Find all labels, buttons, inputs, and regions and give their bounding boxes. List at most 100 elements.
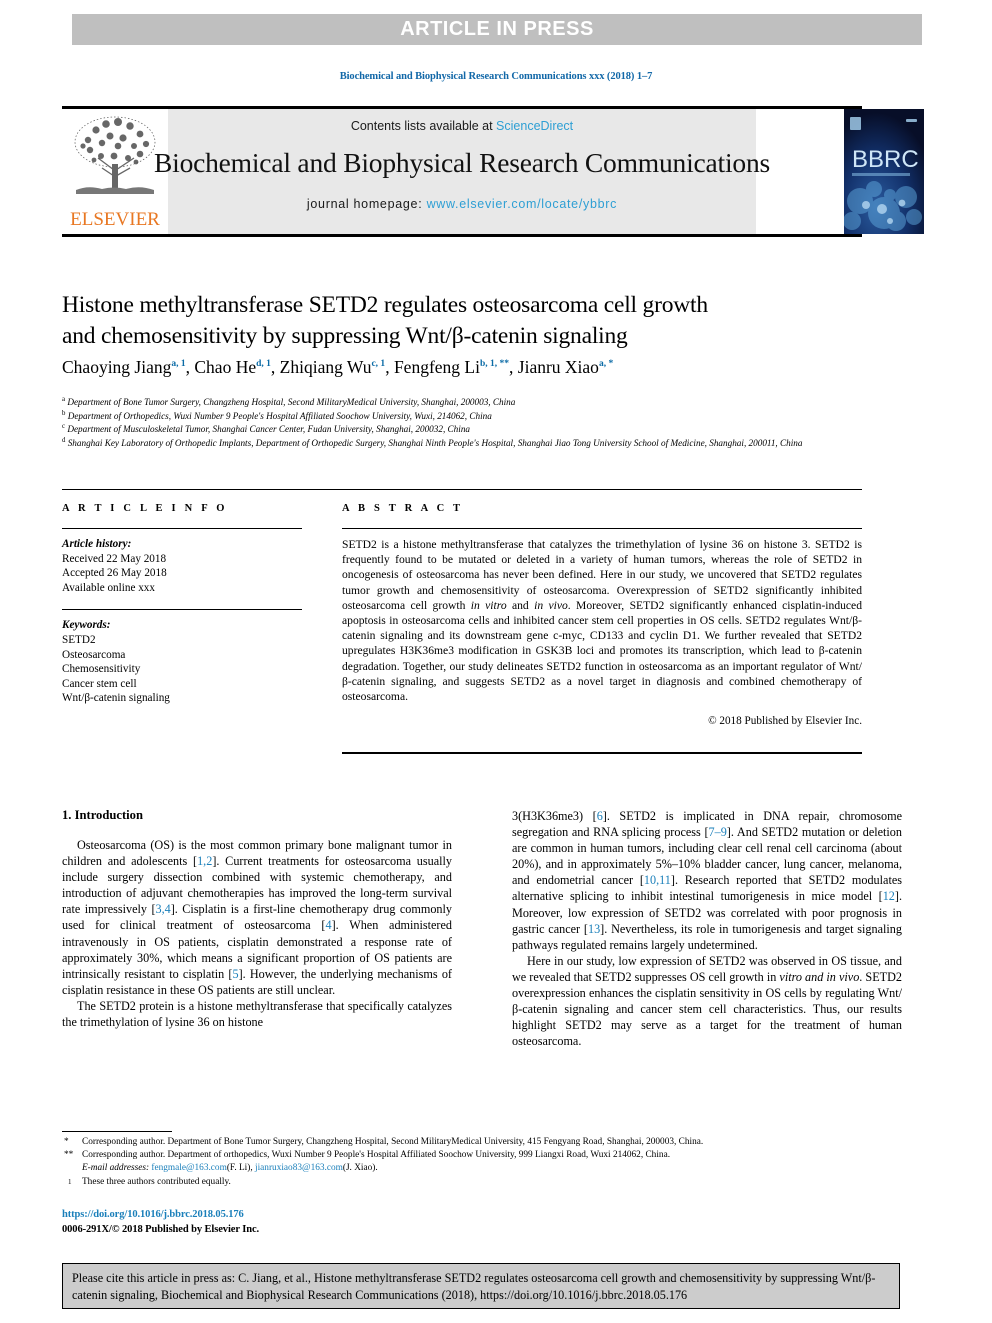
bbrc-cover-image: BBRC bbox=[844, 109, 924, 234]
contents-line: Contents lists available at ScienceDirec… bbox=[351, 119, 573, 133]
abstract-italic-2: in vivo bbox=[534, 598, 568, 612]
affiliation-mark: b bbox=[62, 409, 66, 417]
affiliation-mark: c bbox=[62, 423, 66, 431]
footnote-text: Corresponding author. Department of orth… bbox=[82, 1150, 671, 1161]
title-line-1: Histone methyltransferase SETD2 regulate… bbox=[62, 292, 708, 318]
citation-link[interactable]: 13 bbox=[588, 922, 600, 936]
article-info-section: A R T I C L E I N F O Article history: R… bbox=[62, 503, 302, 706]
affiliation-list: a Department of Bone Tumor Surgery, Chan… bbox=[62, 396, 892, 450]
history-item: Received 22 May 2018 bbox=[62, 552, 167, 565]
footnote-text: These three authors contributed equally. bbox=[82, 1176, 231, 1187]
svg-text:BBRC: BBRC bbox=[852, 146, 919, 173]
intro-paragraph-3: 3(H3K36me3) [6]. SETD2 is implicated in … bbox=[512, 808, 902, 953]
intro-text: 3(H3K36me3) [ bbox=[512, 809, 597, 823]
author-list: Chaoying Jianga, 1, Chao Hed, 1, Zhiqian… bbox=[62, 357, 614, 377]
affiliation-text: Department of Musculoskeletal Tumor, Sha… bbox=[67, 424, 471, 435]
masthead-rule-bottom bbox=[62, 234, 862, 237]
author-name: Jianru Xiao bbox=[517, 357, 599, 377]
journal-homepage-line: journal homepage: www.elsevier.com/locat… bbox=[307, 197, 617, 211]
keyword-item: Cancer stem cell bbox=[62, 677, 137, 690]
keyword-item: Chemosensitivity bbox=[62, 663, 141, 676]
footnote-mark: 1 bbox=[68, 1177, 72, 1186]
abstract-body: SETD2 is a histone methyltransferase tha… bbox=[342, 537, 862, 704]
author-marks: b, 1, ** bbox=[479, 359, 510, 370]
affiliation-text: Department of Orthopedics, Wuxi Number 9… bbox=[67, 410, 492, 421]
elsevier-logo: ELSEVIER bbox=[62, 109, 168, 234]
introduction-heading: 1. Introduction bbox=[62, 808, 143, 822]
keywords-block: Keywords: SETD2 Osteosarcoma Chemosensit… bbox=[62, 618, 302, 706]
affiliation-item: b Department of Orthopedics, Wuxi Number… bbox=[62, 410, 892, 424]
doi-link[interactable]: https://doi.org/10.1016/j.bbrc.2018.05.1… bbox=[62, 1209, 244, 1220]
email-label: E-mail addresses: bbox=[82, 1163, 150, 1174]
keyword-item: Osteosarcoma bbox=[62, 648, 126, 661]
citation-link[interactable]: 7–9 bbox=[709, 825, 727, 839]
sciencedirect-link[interactable]: ScienceDirect bbox=[496, 119, 573, 133]
footnote-emails: E-mail addresses: fengmale@163.com(F. Li… bbox=[62, 1162, 902, 1175]
citation-link[interactable]: 12 bbox=[883, 889, 895, 903]
citation-link[interactable]: 3,4 bbox=[156, 902, 171, 916]
history-item: Accepted 26 May 2018 bbox=[62, 567, 167, 580]
title-line-2: and chemosensitivity by suppressing Wnt/… bbox=[62, 323, 628, 349]
abstract-rule-bottom bbox=[342, 752, 862, 754]
keywords-divider bbox=[62, 609, 302, 611]
cite-this-article-box: Please cite this article in press as: C.… bbox=[62, 1263, 900, 1309]
article-info-heading: A R T I C L E I N F O bbox=[62, 503, 228, 514]
affiliation-item: a Department of Bone Tumor Surgery, Chan… bbox=[62, 396, 892, 410]
affiliation-text: Shanghai Key Laboratory of Orthopedic Im… bbox=[67, 437, 803, 448]
contents-prefix: Contents lists available at bbox=[350, 119, 497, 133]
keyword-item: SETD2 bbox=[62, 633, 96, 646]
email-link-2[interactable]: jianruxiao83@163.com bbox=[255, 1163, 343, 1173]
footnote-equal-contribution: 1 These three authors contributed equall… bbox=[62, 1176, 902, 1189]
intro-italic: vitro and in vivo bbox=[779, 969, 860, 984]
affiliation-item: c Department of Musculoskeletal Tumor, S… bbox=[62, 423, 892, 437]
footnote-text: Corresponding author. Department of Bone… bbox=[82, 1137, 704, 1147]
footnote-corresponding-1: * Corresponding author. Department of Bo… bbox=[62, 1136, 902, 1149]
introduction-left-column: 1. Introduction Osteosarcoma (OS) is the… bbox=[62, 808, 452, 1030]
footnote-rule bbox=[62, 1131, 172, 1132]
article-page: ARTICLE IN PRESS Biochemical and Biophys… bbox=[0, 0, 992, 1323]
author-marks: a, 1 bbox=[171, 359, 186, 370]
author-marks: a, * bbox=[598, 359, 614, 370]
author-name: Chao He bbox=[194, 357, 257, 377]
homepage-url-link[interactable]: www.elsevier.com/locate/ybbrc bbox=[427, 197, 618, 211]
citation-link[interactable]: 10,11 bbox=[644, 873, 671, 887]
info-rule-top bbox=[62, 489, 862, 490]
author-marks: c, 1 bbox=[371, 359, 386, 370]
page-title: Histone methyltransferase SETD2 regulate… bbox=[62, 290, 862, 352]
affiliation-text: Department of Bone Tumor Surgery, Changz… bbox=[67, 397, 516, 407]
keyword-item: Wnt/β-catenin signaling bbox=[62, 692, 170, 705]
article-history-block: Article history: Received 22 May 2018 Ac… bbox=[62, 537, 302, 595]
abstract-divider bbox=[342, 528, 862, 529]
email-link-1[interactable]: fengmale@163.com bbox=[151, 1163, 226, 1173]
abstract-section: A B S T R A C T SETD2 is a histone methy… bbox=[342, 503, 862, 727]
article-in-press-label: ARTICLE IN PRESS bbox=[400, 18, 594, 40]
homepage-label: journal homepage: bbox=[306, 197, 423, 211]
article-info-divider bbox=[62, 528, 302, 529]
keywords-label: Keywords: bbox=[62, 619, 111, 632]
footnote-mark: ** bbox=[64, 1150, 74, 1161]
issn-copyright-line: 0006-291X/© 2018 Published by Elsevier I… bbox=[62, 1224, 260, 1235]
footnote-corresponding-2: ** Corresponding author. Department of o… bbox=[62, 1149, 902, 1162]
abstract-heading: A B S T R A C T bbox=[342, 503, 464, 514]
affiliation-mark: d bbox=[62, 436, 66, 444]
citation-link[interactable]: 1,2 bbox=[197, 854, 212, 868]
intro-paragraph-1: Osteosarcoma (OS) is the most common pri… bbox=[62, 837, 452, 998]
author-item: Chaoying Jianga, 1 bbox=[62, 357, 186, 377]
author-item: Zhiqiang Wuc, 1 bbox=[280, 357, 386, 377]
intro-paragraph-2: The SETD2 protein is a histone methyltra… bbox=[62, 998, 452, 1030]
introduction-right-column: 3(H3K36me3) [6]. SETD2 is implicated in … bbox=[512, 808, 902, 1049]
author-item: Fengfeng Lib, 1, ** bbox=[394, 357, 509, 377]
history-item: Available online xxx bbox=[62, 581, 155, 594]
abstract-part-3: . Moreover, SETD2 significantly enhanced… bbox=[342, 598, 863, 704]
journal-masthead: ELSEVIER Contents lists available at Sci… bbox=[62, 109, 924, 234]
author-name: Chaoying Jiang bbox=[62, 357, 172, 377]
author-name: Fengfeng Li bbox=[393, 357, 480, 377]
footnote-mark: * bbox=[64, 1137, 69, 1147]
abstract-copyright: © 2018 Published by Elsevier Inc. bbox=[708, 715, 862, 728]
footnote-block: * Corresponding author. Department of Bo… bbox=[62, 1136, 902, 1189]
masthead-center: Contents lists available at ScienceDirec… bbox=[154, 109, 770, 234]
elsevier-wordmark: ELSEVIER bbox=[70, 209, 160, 230]
article-history-label: Article history: bbox=[62, 538, 132, 550]
author-name: Zhiqiang Wu bbox=[279, 357, 372, 377]
journal-title: Biochemical and Biophysical Research Com… bbox=[153, 147, 771, 178]
